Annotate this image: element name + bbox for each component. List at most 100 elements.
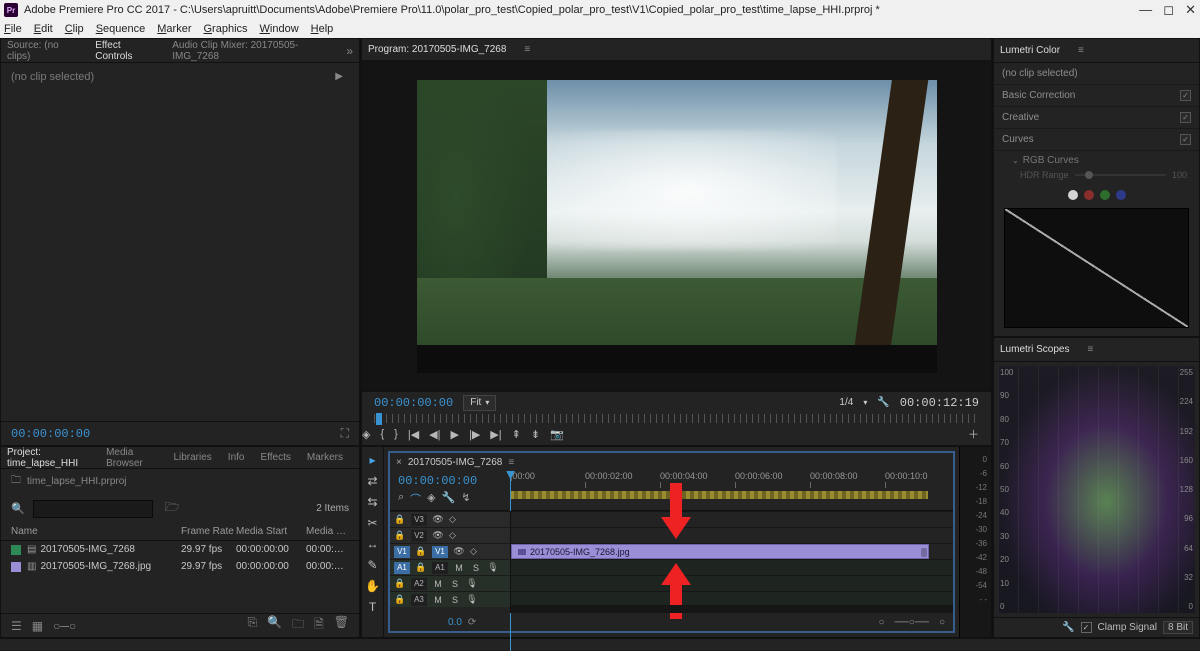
slip-tool-icon[interactable]: ↔ (367, 537, 379, 551)
automate-to-sequence-icon[interactable]: ⎘ (248, 615, 258, 636)
tab-info[interactable]: Info (228, 452, 245, 463)
tab-audio-clip-mixer[interactable]: Audio Clip Mixer: 20170505-IMG_7268 (172, 40, 328, 62)
list-view-icon[interactable]: ☰ (11, 619, 22, 633)
clip-handle[interactable] (921, 548, 927, 557)
step-forward-icon[interactable]: |▶ (469, 428, 480, 441)
work-area-bar[interactable] (510, 491, 928, 499)
source-patch-v1[interactable]: V1 (394, 546, 410, 558)
ripple-edit-tool-icon[interactable]: ⇆ (367, 495, 377, 509)
menu-sequence[interactable]: Sequence (96, 23, 146, 35)
add-marker-icon[interactable]: ◈ (362, 428, 370, 441)
lock-icon[interactable]: 🔒 (394, 594, 406, 605)
window-minimize-button[interactable]: — (1139, 2, 1152, 17)
timeline-ruler[interactable]: |00:00 00:00:02:00 00:00:04:00 00:00:06:… (510, 471, 953, 511)
hand-tool-icon[interactable]: ✋ (365, 579, 380, 593)
zoom-level-select[interactable]: Fit▾ (463, 395, 496, 411)
timeline-tracks-area[interactable]: 20170505-IMG_7268.jpg (510, 511, 953, 613)
track-header-a3[interactable]: 🔒 A3 MS 🎙 (390, 591, 510, 607)
timeline-zoom-in-icon[interactable]: ○ (939, 617, 945, 628)
track-target[interactable]: V3 (411, 514, 427, 526)
tab-program-monitor[interactable]: Program: 20170505-IMG_7268 (368, 44, 506, 55)
mute-icon[interactable]: M (453, 563, 465, 573)
tab-effects[interactable]: Effects (260, 452, 290, 463)
rgb-curve-editor[interactable] (1004, 208, 1189, 328)
new-item-icon[interactable]: 🗎 (314, 615, 324, 636)
icon-view-icon[interactable]: ▦ (32, 619, 43, 633)
col-framerate[interactable]: Frame Rate (181, 526, 236, 537)
menu-help[interactable]: Help (311, 23, 334, 35)
tab-project[interactable]: Project: time_lapse_HHI (7, 447, 90, 469)
track-header-a1[interactable]: A1🔒A1MS🎙 (390, 559, 510, 575)
extract-icon[interactable]: ⇟ (531, 428, 540, 441)
new-bin-icon[interactable]: 🗀 (292, 615, 304, 636)
scope-settings-icon[interactable]: 🔧 (1062, 622, 1074, 633)
go-to-in-icon[interactable]: |◀ (408, 428, 419, 441)
mark-in-icon[interactable]: { (380, 428, 384, 440)
razor-tool-icon[interactable]: ✂ (367, 516, 377, 530)
delete-icon[interactable]: 🗑 (334, 615, 349, 636)
tab-effect-controls[interactable]: Effect Controls (95, 40, 154, 62)
project-item-row[interactable]: ▥20170505-IMG_7268.jpg 29.97 fps 00:00:0… (1, 558, 359, 575)
menu-file[interactable]: File (4, 23, 22, 35)
panel-menu-icon[interactable]: ≡ (524, 44, 530, 55)
timeline-timecode[interactable]: 00:00:00:00 (398, 474, 510, 488)
bit-depth-select[interactable]: 8 Bit (1163, 621, 1193, 634)
go-to-out-icon[interactable]: ▶| (490, 428, 501, 441)
lock-icon[interactable]: 🔒 (415, 546, 427, 557)
section-basic-correction[interactable]: Basic Correction (1002, 90, 1075, 101)
col-name[interactable]: Name (11, 526, 181, 537)
playback-resolution[interactable]: 1/4 (839, 397, 853, 408)
track-target[interactable]: V1 (432, 546, 448, 558)
program-timebar[interactable] (374, 414, 979, 424)
clamp-signal-checkbox[interactable]: ✓ (1081, 622, 1092, 633)
solo-icon[interactable]: S (449, 595, 461, 605)
timeline-clip[interactable]: 20170505-IMG_7268.jpg (511, 544, 929, 559)
sync-lock-icon[interactable]: ◇ (470, 546, 477, 557)
type-tool-icon[interactable]: T (369, 600, 376, 614)
menu-window[interactable]: Window (260, 23, 299, 35)
track-header-v3[interactable]: 🔒V3👁◇ (390, 511, 510, 527)
export-frame-icon[interactable]: 📷 (550, 428, 564, 441)
track-target[interactable]: A3 (411, 594, 427, 606)
timeline-settings-icon[interactable]: 🔧 (442, 491, 456, 507)
tab-libraries[interactable]: Libraries (173, 452, 211, 463)
pen-tool-icon[interactable]: ✎ (367, 558, 377, 572)
close-sequence-icon[interactable]: × (396, 457, 402, 468)
track-header-a2[interactable]: 🔒A2MS🎙 (390, 575, 510, 591)
lock-icon[interactable]: 🔒 (394, 530, 406, 541)
track-target[interactable]: A2 (411, 578, 427, 590)
timeline-horizontal-scrollbar[interactable] (511, 605, 953, 613)
play-icon[interactable]: ▶ (451, 428, 459, 441)
curve-channel-red[interactable] (1084, 190, 1094, 200)
step-back-icon[interactable]: ◀| (429, 428, 440, 441)
track-target[interactable]: V2 (411, 530, 427, 542)
selection-tool-icon[interactable]: ▸ (369, 453, 375, 467)
menu-marker[interactable]: Marker (157, 23, 191, 35)
project-item-row[interactable]: ▤20170505-IMG_7268 29.97 fps 00:00:00:00… (1, 541, 359, 558)
hdr-range-slider[interactable] (1075, 174, 1166, 176)
col-mediastart[interactable]: Media Start (236, 526, 306, 537)
track-select-tool-icon[interactable]: ⇄ (367, 474, 377, 488)
timeline-wrench-icon[interactable]: ↯ (461, 491, 470, 507)
panel-menu-icon[interactable]: ≡ (1087, 344, 1093, 355)
window-close-button[interactable]: ✕ (1185, 2, 1196, 17)
lock-icon[interactable]: 🔒 (394, 578, 406, 589)
section-creative[interactable]: Creative (1002, 112, 1039, 123)
track-target[interactable]: A1 (432, 562, 448, 574)
button-editor-icon[interactable]: ＋ (968, 426, 979, 442)
sequence-tab[interactable]: 20170505-IMG_7268 (408, 457, 503, 468)
solo-icon[interactable]: S (470, 563, 482, 573)
eye-icon[interactable]: 👁 (432, 514, 444, 525)
section-toggle-checkbox[interactable]: ✓ (1180, 134, 1191, 145)
program-monitor-viewport[interactable] (362, 61, 991, 391)
chevron-down-icon[interactable]: ⌄ (1012, 156, 1019, 165)
lumetri-scope-display[interactable]: 100 90 80 70 60 50 40 30 20 10 0 255 224… (998, 366, 1195, 613)
curve-channel-luma[interactable] (1068, 190, 1078, 200)
voice-over-icon[interactable]: 🎙 (466, 594, 478, 605)
filter-bin-icon[interactable]: 🗁 (165, 498, 180, 519)
voice-over-icon[interactable]: 🎙 (466, 578, 478, 589)
track-header-v2[interactable]: 🔒V2👁◇ (390, 527, 510, 543)
program-timecode[interactable]: 00:00:00:00 (374, 396, 453, 410)
mute-icon[interactable]: M (432, 579, 444, 589)
mute-icon[interactable]: M (432, 595, 444, 605)
